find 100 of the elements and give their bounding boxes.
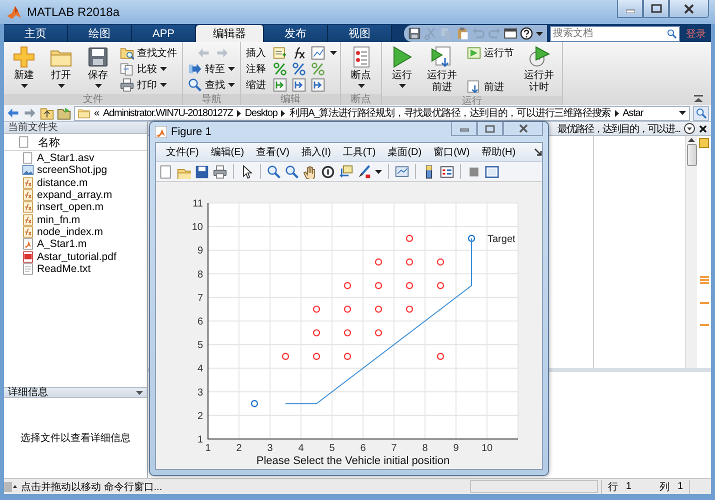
search-button[interactable]: [693, 106, 709, 120]
ribbon-button[interactable]: 缩进: [244, 77, 268, 92]
menu-item[interactable]: 帮助(H): [476, 145, 522, 159]
percent-icon[interactable]: [292, 62, 306, 76]
login-link[interactable]: 登录: [686, 26, 706, 40]
help-icon[interactable]: [520, 27, 533, 40]
collapse-icon[interactable]: [694, 95, 703, 102]
search-field[interactable]: 搜索文档: [550, 26, 680, 42]
minimize-button[interactable]: [451, 122, 477, 136]
search-icon[interactable]: [667, 29, 677, 39]
maximize-button[interactable]: [477, 122, 503, 136]
maximize-button[interactable]: [643, 0, 669, 18]
scroll-up-icon[interactable]: [688, 138, 695, 142]
legend-icon[interactable]: [440, 164, 454, 178]
ribbon-tab[interactable]: 主页: [4, 25, 68, 42]
file-name[interactable]: min_fn.m: [37, 214, 80, 226]
close-button[interactable]: [503, 122, 543, 136]
column-header[interactable]: 名称: [38, 134, 60, 150]
ribbon-tab[interactable]: 编辑器: [196, 25, 264, 42]
ribbon-button[interactable]: 注释: [244, 61, 268, 76]
ribbon-button[interactable]: 打开: [44, 44, 78, 94]
path-segment[interactable]: Astar: [622, 108, 643, 118]
minimize-button[interactable]: [617, 0, 643, 18]
overflow-mark[interactable]: «: [94, 108, 99, 118]
brush-icon[interactable]: [357, 164, 371, 178]
file-name[interactable]: expand_array.m: [37, 189, 112, 202]
separator-arrow-icon[interactable]: [236, 110, 241, 116]
menu-item[interactable]: 查看(V): [250, 145, 296, 159]
function-icon[interactable]: [292, 46, 306, 60]
window-icon[interactable]: [485, 164, 499, 178]
ribbon-tab[interactable]: 视图: [328, 25, 392, 42]
file-name[interactable]: A_Star1.asv: [37, 152, 94, 164]
ribbon-button[interactable]: 运行节: [465, 45, 516, 60]
editor-tab[interactable]: 最优路径，达到目的，可以进...: [558, 122, 680, 136]
caret-icon[interactable]: [136, 390, 143, 394]
zoom-out-icon[interactable]: [285, 164, 299, 178]
tick-label: 8: [197, 269, 203, 280]
floppy-icon[interactable]: [195, 164, 209, 178]
file-name[interactable]: insert_open.m: [37, 201, 104, 214]
ribbon-button[interactable]: 断点: [344, 44, 378, 94]
rotate-icon[interactable]: [321, 164, 335, 178]
zoom-in-icon[interactable]: [267, 164, 281, 178]
menu-item[interactable]: 工具(T): [336, 145, 382, 159]
printer-icon[interactable]: [213, 164, 227, 178]
window-icon[interactable]: [504, 27, 517, 40]
ribbon-tab[interactable]: APP: [132, 25, 196, 42]
ribbon-button[interactable]: 新建: [7, 44, 41, 94]
menu-item[interactable]: 窗口(W): [428, 145, 476, 159]
ribbon-button[interactable]: 查找文件: [118, 45, 179, 60]
ribbon-tab[interactable]: 发布: [264, 25, 328, 42]
ribbon-button[interactable]: 前进: [465, 79, 516, 94]
scrollbar-thumb[interactable]: [686, 144, 696, 166]
ribbon-button[interactable]: 运行并计时: [519, 44, 559, 96]
path-segment[interactable]: 利用A_算法进行路径规划，寻找最优路径，达到目的，可以进行三维路径搜索: [289, 106, 611, 120]
data-cursor-icon[interactable]: [339, 164, 353, 178]
pointer-icon[interactable]: [240, 164, 254, 178]
back-arrow-icon[interactable]: [6, 107, 20, 119]
ribbon-button[interactable]: 保存: [81, 44, 115, 94]
menu-item[interactable]: 编辑(E): [204, 145, 250, 159]
grip-icon[interactable]: [4, 480, 17, 492]
chart-insert-icon[interactable]: [311, 46, 325, 60]
ribbon-button[interactable]: 运行: [385, 44, 419, 96]
dropdown-icon[interactable]: [684, 123, 695, 134]
indent-icon[interactable]: [311, 78, 325, 92]
ribbon-button[interactable]: 转至: [186, 61, 237, 76]
ribbon-button[interactable]: 查找: [186, 77, 237, 92]
new-document-icon[interactable]: [159, 164, 173, 178]
separator-arrow-icon[interactable]: [614, 110, 619, 116]
floppy-icon[interactable]: [408, 27, 421, 40]
file-name[interactable]: A_Star1.m: [37, 238, 87, 250]
ribbon-button[interactable]: 运行并前进: [422, 44, 462, 96]
ribbon-button[interactable]: 比较: [118, 61, 179, 76]
file-name[interactable]: screenShot.jpg: [37, 164, 108, 176]
path-segment[interactable]: Desktop: [244, 108, 278, 118]
close-button[interactable]: [669, 0, 709, 18]
file-name[interactable]: node_index.m: [37, 226, 103, 238]
separator-arrow-icon[interactable]: [281, 110, 286, 116]
menu-item[interactable]: 插入(I): [295, 145, 337, 159]
file-name[interactable]: ReadMe.txt: [37, 262, 91, 275]
hand-icon[interactable]: [303, 164, 317, 178]
dock-icon[interactable]: [534, 148, 542, 156]
path-segment[interactable]: Administrator.WIN7U-20180127Z: [102, 108, 233, 118]
link-plot-icon[interactable]: [395, 164, 409, 178]
menu-item[interactable]: 桌面(D): [382, 145, 428, 159]
menu-item[interactable]: 文件(F): [160, 145, 205, 159]
indent-icon[interactable]: [273, 78, 287, 92]
percent-icon[interactable]: [273, 62, 287, 76]
close-icon[interactable]: [699, 124, 707, 132]
square-icon[interactable]: [467, 164, 481, 178]
ribbon-button[interactable]: 插入: [244, 45, 268, 60]
clipboard-icon[interactable]: [456, 27, 469, 40]
file-name[interactable]: distance.m: [37, 176, 88, 189]
ribbon-button[interactable]: 打印: [118, 77, 179, 92]
file-name[interactable]: Astar_tutorial.pdf: [37, 250, 116, 263]
ribbon-tab[interactable]: 绘图: [68, 25, 132, 42]
folder-up-icon[interactable]: [40, 106, 54, 120]
document-insert-icon[interactable]: [273, 46, 287, 60]
folder-browse-icon[interactable]: [57, 106, 71, 120]
path-field[interactable]: « Administrator.WIN7U-20180127Z Desktop 利用A_算法进行路径规划，寻找最优路径，达到目的，可以进行三维路径搜索 Astar: [74, 106, 690, 120]
indent-icon[interactable]: [292, 78, 306, 92]
